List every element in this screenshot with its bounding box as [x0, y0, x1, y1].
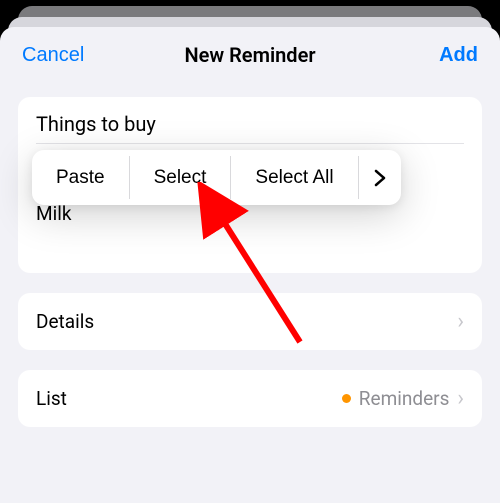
note-line[interactable]: Milk: [36, 202, 464, 226]
list-row[interactable]: List Reminders ›: [18, 370, 482, 427]
context-paste[interactable]: Paste: [32, 150, 129, 205]
new-reminder-sheet: Cancel New Reminder Add Things to buy Br…: [0, 27, 500, 503]
reminder-title-field[interactable]: Things to buy: [36, 112, 464, 137]
chevron-right-icon: ›: [457, 386, 464, 411]
context-select-all[interactable]: Select All: [231, 150, 357, 205]
list-color-dot: [342, 394, 351, 403]
add-button[interactable]: Add: [403, 44, 478, 67]
chevron-right-icon: ›: [457, 309, 464, 334]
details-row[interactable]: Details ›: [18, 293, 482, 350]
cancel-button[interactable]: Cancel: [22, 44, 97, 67]
context-more-button[interactable]: [359, 150, 401, 205]
text-context-menu: Paste Select Select All: [32, 150, 401, 205]
nav-title: New Reminder: [97, 43, 403, 67]
chevron-right-icon: [373, 168, 387, 188]
context-select[interactable]: Select: [130, 150, 231, 205]
title-notes-divider: [36, 143, 464, 144]
nav-bar: Cancel New Reminder Add: [0, 27, 500, 79]
list-label: List: [36, 387, 67, 410]
list-value: Reminders: [359, 387, 450, 410]
details-label: Details: [36, 310, 94, 333]
